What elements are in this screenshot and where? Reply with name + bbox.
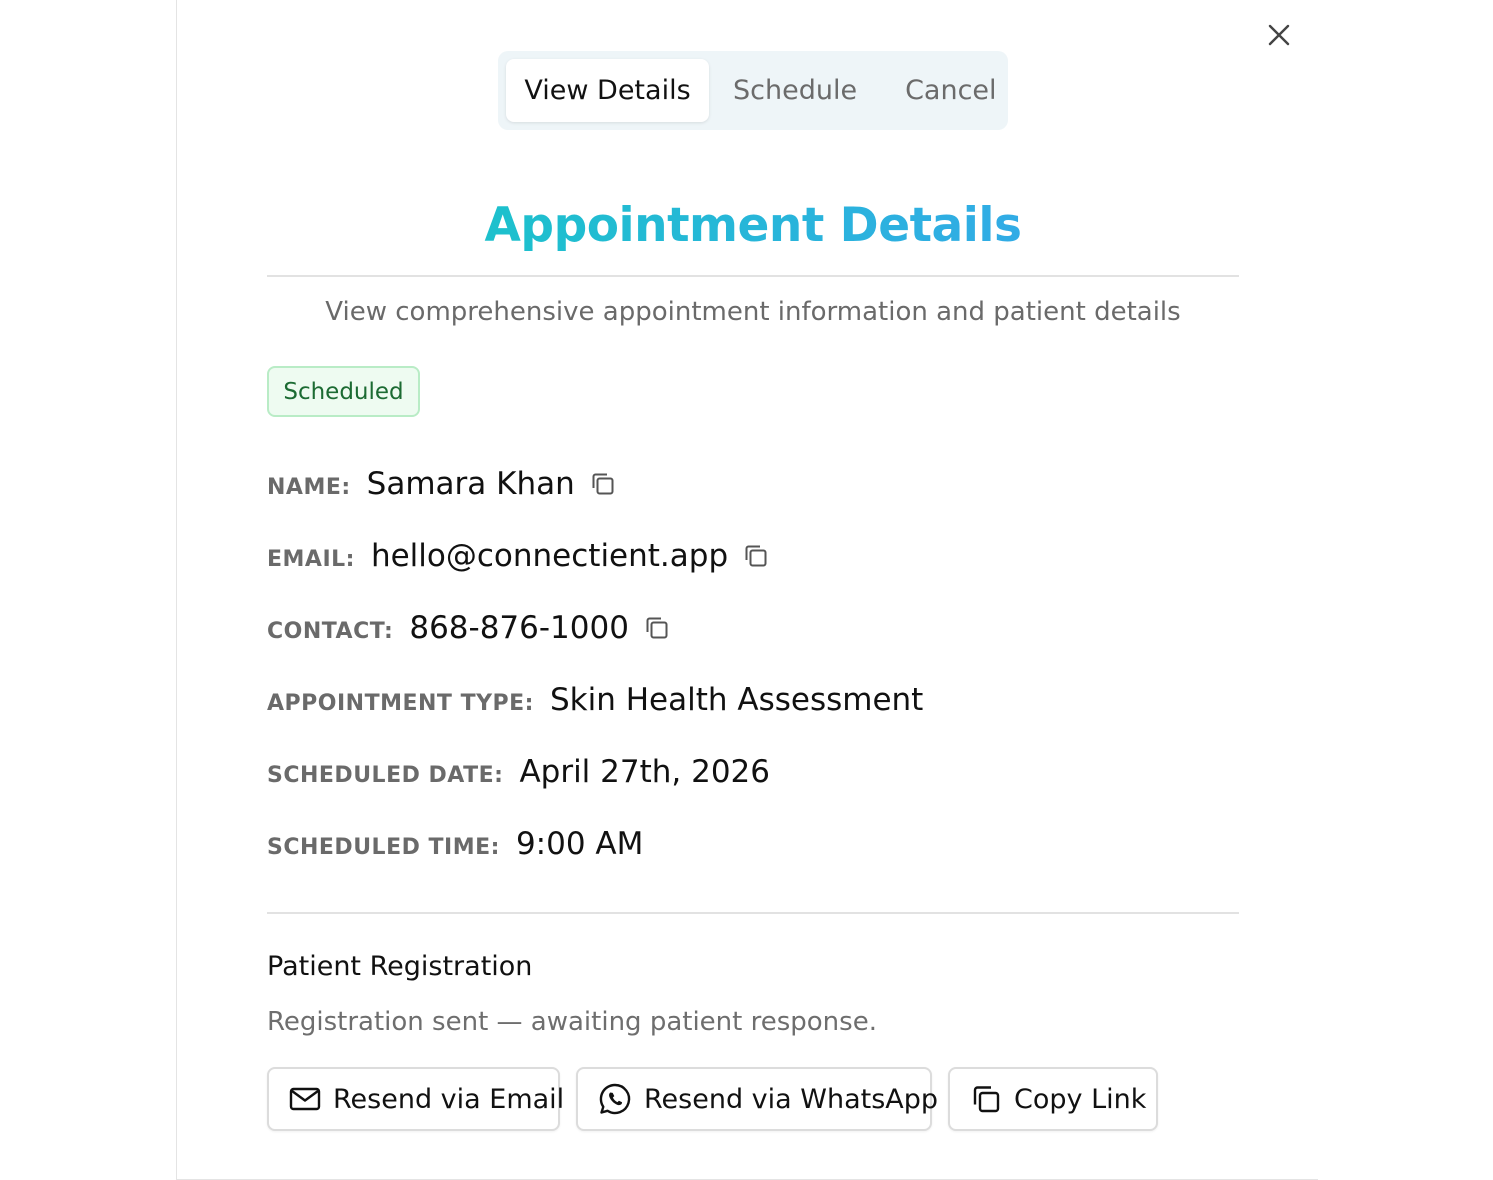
field-value: hello@connectient.app <box>370 538 729 574</box>
tab-view-details[interactable]: View Details <box>506 59 709 122</box>
field-scheduled-time: SCHEDULED TIME: 9:00 AM <box>267 826 643 862</box>
resend-email-button[interactable]: Resend via Email <box>267 1067 564 1131</box>
copy-icon <box>646 617 668 639</box>
whatsapp-icon <box>599 1083 631 1115</box>
field-name: NAME: Samara Khan <box>267 466 617 502</box>
registration-status: Registration sent — awaiting patient res… <box>267 1007 877 1037</box>
page-subtitle: View comprehensive appointment informati… <box>325 297 1181 327</box>
copy-name-button[interactable] <box>589 470 617 498</box>
field-label: EMAIL: <box>267 547 355 572</box>
field-email: EMAIL: hello@connectient.app <box>267 538 770 574</box>
tab-bar: View Details Schedule Cancel <box>498 51 1008 130</box>
registration-title: Patient Registration <box>267 951 533 982</box>
button-label: Copy Link <box>1014 1083 1147 1115</box>
field-label: NAME: <box>267 475 351 500</box>
divider <box>267 912 1239 914</box>
copy-email-button[interactable] <box>742 542 770 570</box>
field-label: SCHEDULED TIME: <box>267 835 500 860</box>
page-title: Appointment Details <box>267 198 1239 253</box>
field-scheduled-date: SCHEDULED DATE: April 27th, 2026 <box>267 754 770 790</box>
tab-cancel[interactable]: Cancel <box>881 59 1020 122</box>
copy-icon <box>973 1086 1000 1113</box>
mail-icon <box>289 1087 321 1111</box>
field-contact: CONTACT: 868-876-1000 <box>267 610 671 646</box>
resend-whatsapp-button[interactable]: Resend via WhatsApp <box>576 1067 938 1131</box>
field-appointment-type: APPOINTMENT TYPE: Skin Health Assessment <box>267 682 923 718</box>
tab-schedule[interactable]: Schedule <box>709 59 881 122</box>
field-label: SCHEDULED DATE: <box>267 763 504 788</box>
field-value: Samara Khan <box>366 466 575 502</box>
appointment-modal <box>176 0 1318 1180</box>
field-value: 9:00 AM <box>515 826 644 862</box>
copy-icon <box>592 473 614 495</box>
field-value: Skin Health Assessment <box>549 682 924 718</box>
field-value: 868-876-1000 <box>409 610 629 646</box>
divider <box>267 275 1239 277</box>
copy-icon <box>745 545 767 567</box>
close-button[interactable] <box>1264 20 1294 50</box>
field-label: CONTACT: <box>267 619 394 644</box>
copy-link-button[interactable]: Copy Link <box>948 1067 1158 1131</box>
field-label: APPOINTMENT TYPE: <box>267 691 534 716</box>
close-icon <box>1268 24 1290 46</box>
button-label: Resend via Email <box>333 1083 565 1115</box>
field-value: April 27th, 2026 <box>519 754 770 790</box>
button-label: Resend via WhatsApp <box>644 1083 939 1115</box>
copy-contact-button[interactable] <box>643 614 671 642</box>
status-badge: Scheduled <box>267 366 420 417</box>
